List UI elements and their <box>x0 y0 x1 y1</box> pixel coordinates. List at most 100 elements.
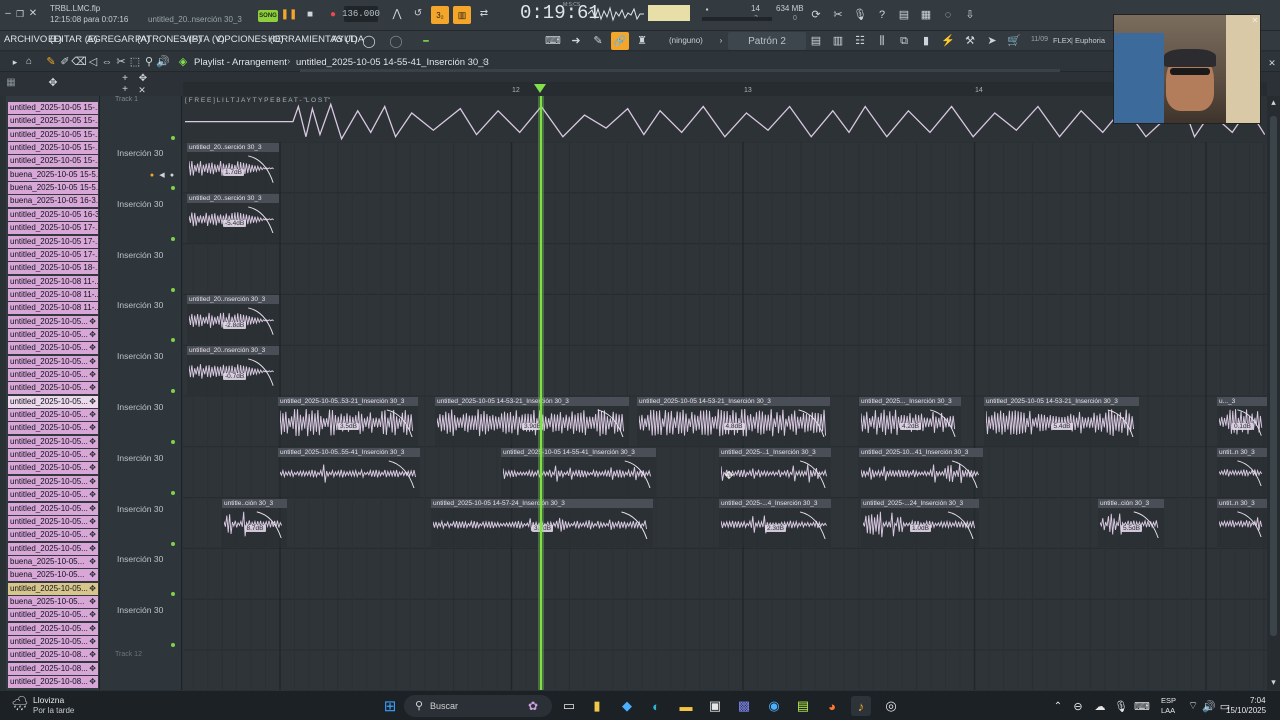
clip-name[interactable]: untitle..ción 30_3 <box>1098 498 1164 508</box>
audio-clip[interactable]: untit..n 30_3 <box>1217 498 1267 548</box>
audio-clip[interactable]: untitled_20..nserción 30_3 -0.7dB <box>187 346 279 395</box>
browser-item[interactable]: untitled_2025-10-08 11-... <box>8 302 98 315</box>
track-label[interactable]: Inserción 30 <box>117 199 163 209</box>
audio-clip[interactable]: untitled_2025-..1_Inserción 30_3 <box>719 447 831 497</box>
track-label[interactable]: Inserción 30 <box>117 351 163 361</box>
browser-item[interactable]: untitled_2025-10-05... ✥ <box>8 622 98 635</box>
mute-tool-icon[interactable]: ◁ <box>86 55 100 69</box>
browser-item[interactable]: untitled_2025-10-05... ✥ <box>8 515 98 528</box>
clip-name[interactable]: untitled_2025-10-05 14-53-21_Inserción 3… <box>984 397 1139 406</box>
clip-name[interactable]: untit..n 30_3 <box>1217 498 1267 508</box>
magnet-button[interactable]: 🔗 <box>611 32 629 50</box>
browser-item[interactable]: untitled_2025-10-05... ✥ <box>8 636 98 648</box>
chevron-right-icon[interactable]: › <box>716 34 726 48</box>
snap-icon[interactable]: ⌂ <box>22 55 36 69</box>
audio-clip[interactable]: untitled_2025-10-05..53-21_Inserción 30_… <box>278 397 418 446</box>
track-record-icon[interactable]: ● <box>168 171 176 179</box>
edge-icon[interactable]: ◐ <box>646 696 666 716</box>
zoom-tool-icon[interactable]: ⚲ <box>142 55 156 69</box>
weather-title[interactable]: Llovizna <box>33 695 64 705</box>
track-active-indicator[interactable] <box>171 490 175 495</box>
snap-none-label[interactable]: (ninguno) <box>669 36 703 45</box>
clip-name[interactable]: untitled_2025..._Inserción 30_3 <box>859 397 961 406</box>
browser-item[interactable]: untitled_2025-10-05... ✥ <box>8 542 98 555</box>
browser-item[interactable]: untitled_2025-10-05... ✥ <box>8 355 98 368</box>
browser-item[interactable]: untitled_2025-10-05... ✥ <box>8 382 98 395</box>
ruler-track[interactable] <box>183 82 1267 96</box>
clip-gain-label[interactable]: -0.7dB <box>223 372 247 380</box>
forward-icon[interactable]: ➤ <box>984 34 1000 48</box>
weather-icon[interactable]: 🌧 <box>10 695 30 711</box>
stop-icon[interactable]: ■ <box>303 8 317 22</box>
browser-item[interactable]: untitled_2025-10-05... ✥ <box>8 609 98 622</box>
track-active-indicator[interactable] <box>171 643 175 648</box>
pitch-knob-icon[interactable]: ◯ <box>388 33 404 49</box>
clip-gain-label[interactable]: 1.0dB <box>910 524 931 532</box>
clip-gain-label[interactable]: 3.5dB <box>338 423 359 431</box>
selected-clip-name[interactable]: untitled_2025-10-05 14-55-41_Inserción 3… <box>296 57 489 68</box>
clip-name[interactable]: untitle..ción 30_3 <box>222 498 287 508</box>
arrangement-area[interactable]: [ F R E E ] L I L T J A Y T Y P E B E A … <box>183 96 1267 690</box>
drag-handle-icon[interactable]: ✥ <box>89 449 96 461</box>
browser-item[interactable]: untitled_2025-10-05 17-... <box>8 248 98 261</box>
tools-wrench-icon[interactable]: ⚒ <box>962 34 978 48</box>
webcam-close-icon[interactable]: ✕ <box>1250 16 1260 26</box>
drag-handle-icon[interactable]: ✥ <box>89 663 96 675</box>
wait-input-icon[interactable]: ↺ <box>411 7 425 21</box>
clock-date[interactable]: 15/10/2025 <box>1226 706 1266 715</box>
cart-icon[interactable]: 🛒 <box>1006 34 1022 48</box>
clip-name[interactable]: untitled_20..serción 30_3 <box>187 143 279 152</box>
browser-item[interactable]: untitled_2025-10-05... ✥ <box>8 395 98 408</box>
clip-name[interactable]: untitled_2025-...24_Inserción 30_3 <box>861 498 979 508</box>
delete-tool-icon[interactable]: ⌫ <box>71 55 87 69</box>
drag-handle-icon[interactable]: ✥ <box>89 316 96 328</box>
audio-clip[interactable]: u..._3 0.1dB <box>1217 397 1267 446</box>
scroll-up-icon[interactable]: ▴ <box>1268 96 1279 108</box>
file-explorer-pinned-icon[interactable]: ▮ <box>587 696 607 716</box>
clip-name[interactable]: u..._3 <box>1217 397 1267 406</box>
plugin-icon[interactable]: ▦ <box>918 7 934 23</box>
drag-handle-icon[interactable]: ✥ <box>89 583 96 595</box>
browser-item[interactable]: untitled_2025-10-05... ✥ <box>8 582 98 595</box>
download-icon[interactable]: ⇩ <box>962 7 978 23</box>
browser-item[interactable]: untitled_2025-10-05 17-... <box>8 235 98 248</box>
track-label[interactable]: Inserción 30 <box>117 148 163 158</box>
slip-tool-icon[interactable]: ⇔ <box>100 55 114 69</box>
browser-item[interactable]: untitled_2025-10-08... ✥ <box>8 662 98 675</box>
stamp-icon[interactable]: ♜ <box>634 34 650 48</box>
teams-icon[interactable]: ▩ <box>734 696 754 716</box>
browser-item[interactable]: buena_2025-10-05... ✥ <box>8 569 98 582</box>
clip-gain-label[interactable]: 5.4dB <box>1051 423 1073 431</box>
drag-handle-icon[interactable]: ✥ <box>89 489 96 501</box>
browser-item[interactable]: buena_2025-10-05 15-5... <box>8 168 98 181</box>
browser-item[interactable]: untitled_2025-10-08 11-... <box>8 288 98 301</box>
audio-clip[interactable]: untitled_20..serción 30_3 1.7dB <box>187 143 279 192</box>
piano-roll-icon[interactable]: ▥ <box>830 34 846 48</box>
loop-record-icon[interactable]: ⇄ <box>477 7 491 21</box>
audio-clip[interactable]: untitled_2025-...4_Inserción 30_3 2.3dB <box>719 498 831 548</box>
pattern-selector[interactable]: Patrón 2 <box>728 32 806 50</box>
arrow-right-icon[interactable]: ➜ <box>568 34 584 48</box>
browser-item[interactable]: untitled_2025-10-05... ✥ <box>8 449 98 462</box>
select-tool-icon[interactable]: ⬚ <box>128 55 142 69</box>
drag-handle-icon[interactable]: ✥ <box>89 382 96 394</box>
browser-icon[interactable]: ⧉ <box>896 34 912 48</box>
playback-tool-icon[interactable]: 🔊 <box>156 55 170 69</box>
keyboard-tray-icon[interactable]: ⌨ <box>1132 696 1152 716</box>
browser-item[interactable]: untitled_2025-10-05... ✥ <box>8 435 98 448</box>
drag-handle-icon[interactable]: ✥ <box>89 369 96 381</box>
language-label[interactable]: ESP <box>1161 696 1176 705</box>
clock-time[interactable]: 7:04 <box>1250 696 1266 705</box>
clip-gain-label[interactable]: 4.8dB <box>723 423 745 431</box>
track-active-indicator[interactable] <box>171 287 175 292</box>
record-icon[interactable]: ● <box>326 8 340 22</box>
slice-tool-icon[interactable]: ✂ <box>114 55 128 69</box>
grid-icon[interactable]: ▦ <box>4 76 18 90</box>
audio-clip[interactable]: untitled_2025-10-05 14-53-21_Inserción 3… <box>435 397 629 446</box>
beat-clip[interactable]: [ F R E E ] L I L T J A Y T Y P E B E A … <box>183 96 1267 142</box>
track-active-indicator[interactable] <box>171 236 175 241</box>
browser-item[interactable]: untitled_2025-10-05 16-3... <box>8 208 98 221</box>
tempo-display[interactable]: 136.000 <box>342 6 380 22</box>
clip-name[interactable]: untitled_20..nserción 30_3 <box>187 295 279 305</box>
close-panel-icon[interactable]: ✕ <box>137 85 147 95</box>
